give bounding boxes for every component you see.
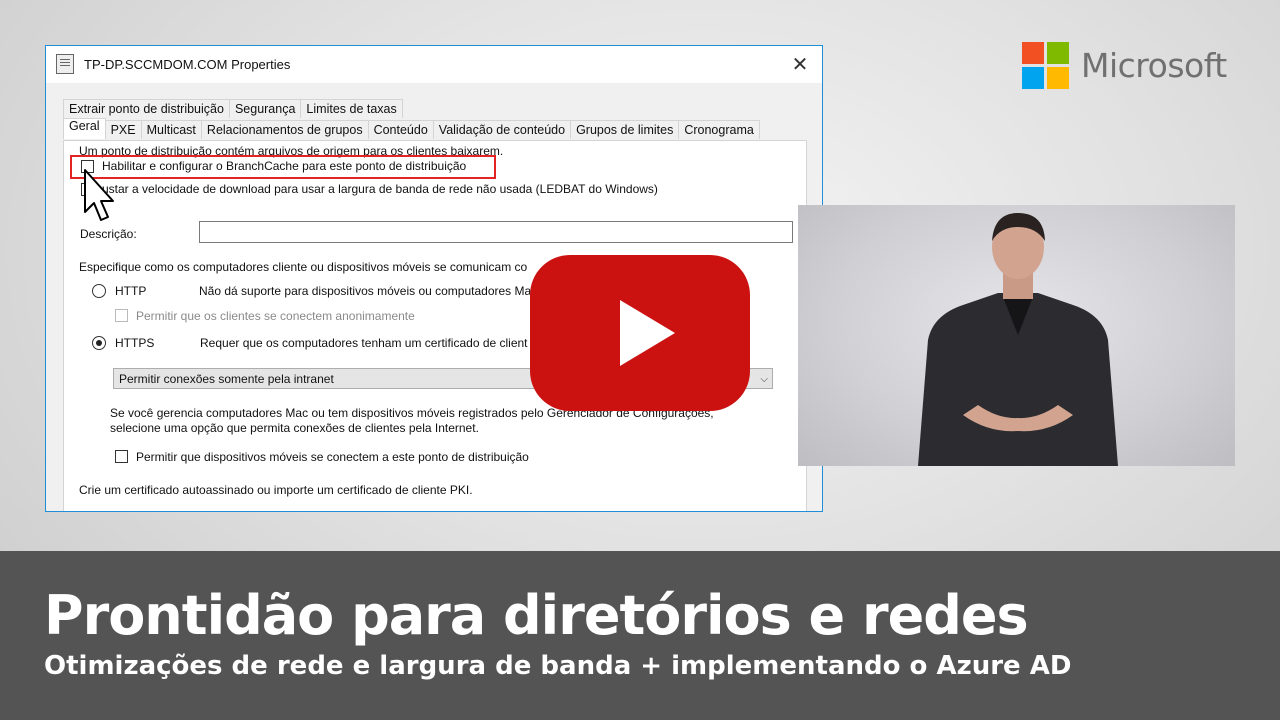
certificate-label: Crie um certificado autoassinado ou impo… bbox=[79, 483, 473, 497]
chevron-down-icon: ⌵ bbox=[760, 374, 768, 385]
ledbat-label: ustar a velocidade de download para usar… bbox=[102, 182, 658, 196]
connection-select-value: Permitir conexões somente pela intranet bbox=[119, 372, 334, 386]
anonymous-checkbox[interactable] bbox=[115, 309, 128, 322]
https-label: HTTPS bbox=[115, 336, 155, 350]
communication-label: Especifique como os computadores cliente… bbox=[79, 260, 528, 274]
http-radio[interactable] bbox=[92, 284, 106, 298]
presenter-figure bbox=[918, 213, 1118, 466]
tab-seguranca[interactable]: Segurança bbox=[228, 99, 302, 118]
microsoft-brand: Microsoft bbox=[1022, 42, 1227, 89]
tab-row-1: Extrair ponto de distribuição Segurança … bbox=[63, 99, 403, 118]
https-radio[interactable] bbox=[92, 336, 106, 350]
tab-relacionamentos[interactable]: Relacionamentos de grupos bbox=[200, 120, 369, 139]
tab-validacao[interactable]: Validação de conteúdo bbox=[432, 120, 572, 139]
tab-row-2: Geral PXE Multicast Relacionamentos de g… bbox=[63, 118, 760, 139]
microsoft-logo-icon bbox=[1022, 42, 1069, 89]
brand-name: Microsoft bbox=[1081, 46, 1227, 85]
window-title: TP-DP.SCCMDOM.COM Properties bbox=[84, 56, 291, 72]
tab-grupos-limites[interactable]: Grupos de limites bbox=[570, 120, 680, 139]
tab-limites-taxas[interactable]: Limites de taxas bbox=[300, 99, 403, 118]
mouse-pointer-icon bbox=[84, 169, 114, 221]
tab-multicast[interactable]: Multicast bbox=[140, 120, 202, 139]
description-label: Descrição: bbox=[80, 227, 137, 241]
title-bar: TP-DP.SCCMDOM.COM Properties ✕ bbox=[46, 46, 822, 82]
tab-geral[interactable]: Geral bbox=[63, 118, 106, 139]
description-input[interactable] bbox=[199, 221, 793, 243]
mobile-label: Permitir que dispositivos móveis se cone… bbox=[136, 450, 529, 464]
https-description: Requer que os computadores tenham um cer… bbox=[200, 336, 528, 350]
tab-conteudo[interactable]: Conteúdo bbox=[367, 120, 434, 139]
branchcache-label: Habilitar e configurar o BranchCache par… bbox=[102, 159, 467, 173]
title-banner: Prontidão para diretórios e redes Otimiz… bbox=[0, 551, 1280, 720]
mac-note-line2: selecione uma opção que permita conexões… bbox=[110, 421, 479, 435]
mobile-checkbox[interactable] bbox=[115, 450, 128, 463]
tab-extrair-ponto[interactable]: Extrair ponto de distribuição bbox=[63, 99, 230, 118]
tab-cronograma[interactable]: Cronograma bbox=[678, 120, 760, 139]
presenter-video[interactable] bbox=[798, 205, 1235, 466]
tab-pxe[interactable]: PXE bbox=[104, 120, 142, 139]
properties-window-icon bbox=[56, 54, 74, 74]
anonymous-label: Permitir que os clientes se conectem ano… bbox=[136, 309, 415, 323]
http-description: Não dá suporte para dispositivos móveis … bbox=[199, 284, 532, 298]
http-label: HTTP bbox=[115, 284, 147, 298]
banner-subtitle: Otimizações de rede e largura de banda +… bbox=[44, 651, 1072, 681]
close-button[interactable]: ✕ bbox=[788, 52, 812, 76]
banner-title: Prontidão para diretórios e redes bbox=[44, 584, 1029, 647]
youtube-play-icon[interactable] bbox=[530, 255, 750, 411]
